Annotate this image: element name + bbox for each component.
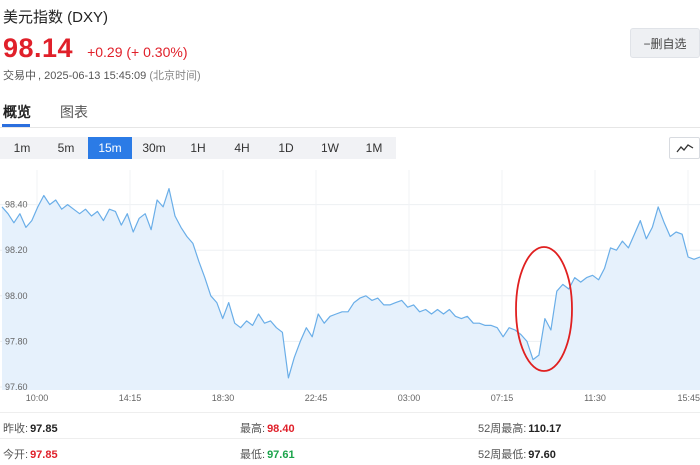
stat-low: 最低: 97.61 [240,449,295,461]
interval-5m[interactable]: 5m [44,137,88,159]
y-tick-label: 98.20 [5,245,28,255]
stat-high: 最高: 98.40 [240,423,295,435]
remove-watchlist-button[interactable]: −删自选 [630,28,700,58]
stat-52w-low: 52周最低: 97.60 [478,449,556,461]
interval-1w[interactable]: 1W [308,137,352,159]
y-tick-label: 97.60 [5,382,28,392]
interval-selector: 1m 5m 15m 30m 1H 4H 1D 1W 1M [0,137,396,159]
stat-52w-high: 52周最高: 110.17 [478,423,562,435]
status-separator: , [38,70,42,82]
stats-panel: 昨收: 97.85 最高: 98.40 52周最高: 110.17 今开: 97.85 … [0,412,700,465]
line-chart-icon [675,144,693,153]
tab-chart[interactable]: 图表 [60,102,88,122]
x-tick-label: 22:45 [305,393,328,403]
section-tabs: 概览 图表 [0,98,700,128]
chart-type-toggle[interactable] [669,137,700,159]
stat-open: 今开: 97.85 [3,449,58,461]
x-tick-label: 14:15 [119,393,142,403]
price-row: 98.14 +0.29 (+ 0.30%) [3,33,187,64]
price-chart[interactable]: 98.40 98.20 98.00 97.80 97.60 10:00 14:15 18:30… [0,170,700,410]
x-tick-label: 07:15 [491,393,514,403]
x-tick-label: 15:45 [677,393,700,403]
status-label: 交易中 [3,70,36,82]
interval-1d[interactable]: 1D [264,137,308,159]
timezone-label: (北京时间) [149,70,201,82]
y-tick-label: 98.00 [5,291,28,301]
interval-30m[interactable]: 30m [132,137,176,159]
y-tick-label: 97.80 [5,336,28,346]
trading-status: 交易中, 2025-06-13 15:45:09 (北京时间) [3,67,201,83]
interval-1m[interactable]: 1m [0,137,44,159]
stats-row-2: 今开: 97.85 最低: 97.61 52周最低: 97.60 [0,438,700,464]
quote-timestamp: 2025-06-13 15:45:09 [44,70,147,82]
y-tick-label: 98.40 [5,200,28,210]
tab-overview[interactable]: 概览 [3,102,31,122]
stat-prev-close: 昨收: 97.85 [3,423,58,435]
interval-4h[interactable]: 4H [220,137,264,159]
x-tick-label: 03:00 [398,393,421,403]
instrument-title: 美元指数 (DXY) [3,9,109,26]
active-tab-indicator [2,124,30,127]
x-tick-label: 18:30 [212,393,235,403]
x-tick-label: 10:00 [26,393,49,403]
x-tick-label: 11:30 [584,393,606,403]
interval-15m[interactable]: 15m [88,137,132,159]
price-change: +0.29 (+ 0.30%) [87,44,188,60]
interval-1h[interactable]: 1H [176,137,220,159]
last-price: 98.14 [3,33,74,63]
stats-row-1: 昨收: 97.85 最高: 98.40 52周最高: 110.17 [0,412,700,438]
interval-1mo[interactable]: 1M [352,137,396,159]
price-chart-svg: 98.40 98.20 98.00 97.80 97.6010:00 14:15 18:30… [0,170,700,403]
